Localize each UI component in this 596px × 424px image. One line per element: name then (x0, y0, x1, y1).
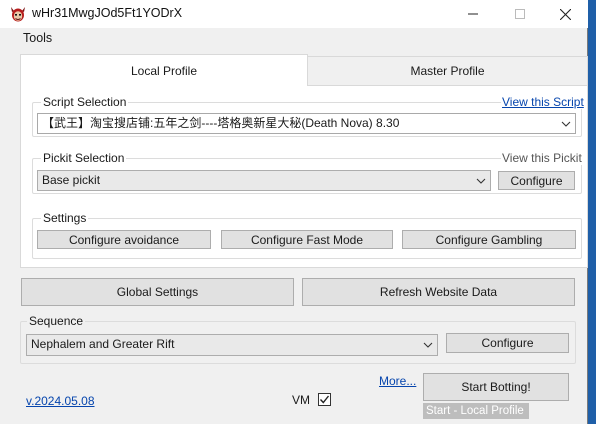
view-pickit-label[interactable]: View this Pickit (501, 151, 583, 165)
tab-local-profile[interactable]: Local Profile (20, 54, 308, 86)
title-bar[interactable]: wHr31MwgJOd5Ft1YODrX (0, 0, 588, 28)
script-select[interactable]: 【武王】淘宝搜店铺:五年之剑----塔格奥新星大秘(Death Nova) 8.… (37, 113, 576, 134)
checkmark-icon (319, 395, 330, 404)
pickit-select-value: Base pickit (42, 173, 101, 187)
configure-gambling-button[interactable]: Configure Gambling (402, 230, 576, 249)
vm-label: VM (292, 393, 310, 407)
chevron-down-icon (476, 178, 486, 184)
close-button[interactable] (542, 0, 588, 28)
refresh-website-data-button[interactable]: Refresh Website Data (302, 278, 575, 306)
configure-pickit-button[interactable]: Configure (498, 171, 575, 190)
vm-checkbox[interactable] (318, 393, 331, 406)
more-link[interactable]: More... (379, 374, 416, 388)
minimize-icon (468, 13, 478, 15)
tab-master-profile[interactable]: Master Profile (307, 56, 588, 86)
chevron-down-icon (561, 121, 571, 127)
settings-label: Settings (41, 211, 89, 225)
status-label: Start - Local Profile (423, 403, 529, 419)
configure-avoidance-button[interactable]: Configure avoidance (37, 230, 211, 249)
main-window: wHr31MwgJOd5Ft1YODrX Tools Local Profile… (0, 0, 588, 424)
devil-face-icon (9, 5, 27, 23)
sequence-select[interactable]: Nephalem and Greater Rift (26, 334, 438, 356)
configure-fast-mode-button[interactable]: Configure Fast Mode (221, 230, 393, 249)
script-select-value: 【武王】淘宝搜店铺:五年之剑----塔格奥新星大秘(Death Nova) 8.… (42, 116, 400, 130)
maximize-icon (515, 9, 525, 19)
minimize-button[interactable] (450, 0, 496, 28)
menu-bar: Tools (0, 28, 588, 48)
sequence-label: Sequence (27, 314, 86, 328)
maximize-button[interactable] (497, 0, 543, 28)
pickit-select[interactable]: Base pickit (37, 170, 491, 191)
script-selection-label: Script Selection (41, 95, 129, 109)
chevron-down-icon (423, 342, 433, 348)
view-script-link[interactable]: View this Script (501, 95, 585, 109)
local-profile-panel: Script Selection View this Script 【武王】淘宝… (20, 85, 588, 268)
pickit-selection-label: Pickit Selection (41, 151, 127, 165)
sequence-select-value: Nephalem and Greater Rift (31, 337, 175, 351)
menu-tools[interactable]: Tools (23, 31, 52, 45)
close-icon (559, 8, 571, 20)
global-settings-button[interactable]: Global Settings (21, 278, 294, 306)
window-title: wHr31MwgJOd5Ft1YODrX (32, 6, 183, 20)
version-link[interactable]: v.2024.05.08 (26, 394, 95, 408)
start-botting-button[interactable]: Start Botting! (423, 373, 569, 401)
configure-sequence-button[interactable]: Configure (446, 333, 569, 353)
